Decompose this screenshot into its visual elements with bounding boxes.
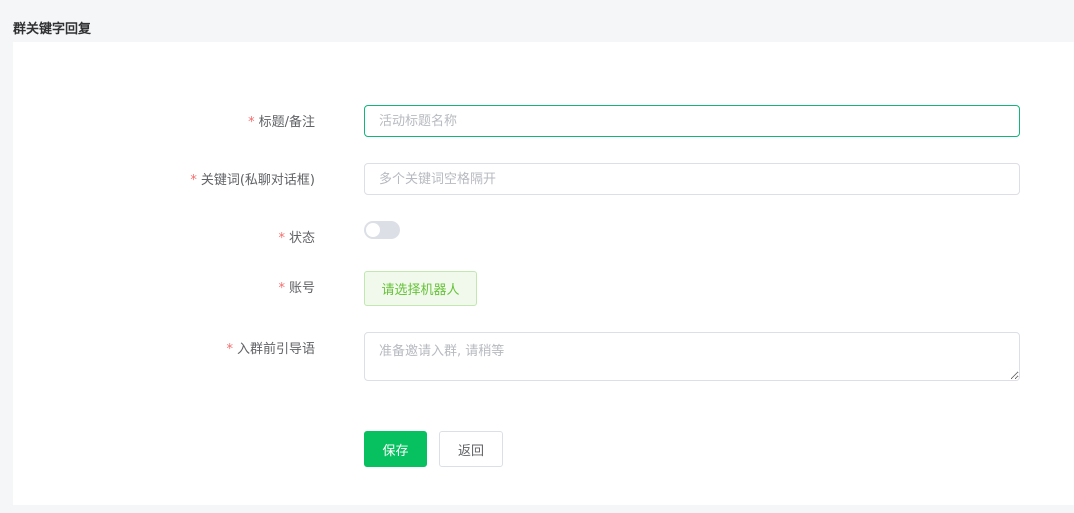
keywords-label: * 关键词(私聊对话框)	[190, 169, 315, 188]
required-mark: *	[278, 281, 285, 296]
title-input[interactable]	[364, 105, 1020, 137]
required-mark: *	[278, 231, 285, 246]
guide-textarea[interactable]	[364, 332, 1020, 381]
guide-label: * 入群前引导语	[226, 338, 315, 357]
keywords-input[interactable]	[364, 163, 1020, 195]
status-label-text: 状态	[288, 231, 315, 246]
keywords-label-text: 关键词(私聊对话框)	[200, 173, 315, 188]
back-button[interactable]: 返回	[439, 431, 503, 467]
required-mark: *	[248, 115, 255, 130]
page-title: 群关键字回复	[13, 22, 92, 37]
required-mark: *	[190, 173, 197, 188]
save-button[interactable]: 保存	[364, 431, 427, 467]
guide-label-text: 入群前引导语	[236, 342, 315, 357]
title-label-text: 标题/备注	[258, 115, 315, 130]
account-label: * 账号	[278, 277, 315, 296]
account-label-text: 账号	[288, 281, 315, 296]
form-card: *标题/备注 *关键词(私聊对话框) *状态 *账号 请选择机器人 *入群前引导…	[13, 42, 1074, 505]
select-robot-button[interactable]: 请选择机器人	[364, 271, 477, 306]
status-toggle[interactable]	[364, 221, 400, 239]
required-mark: *	[226, 342, 233, 357]
status-label: * 状态	[278, 227, 315, 246]
title-label: * 标题/备注	[248, 111, 315, 130]
toggle-knob	[366, 223, 380, 237]
